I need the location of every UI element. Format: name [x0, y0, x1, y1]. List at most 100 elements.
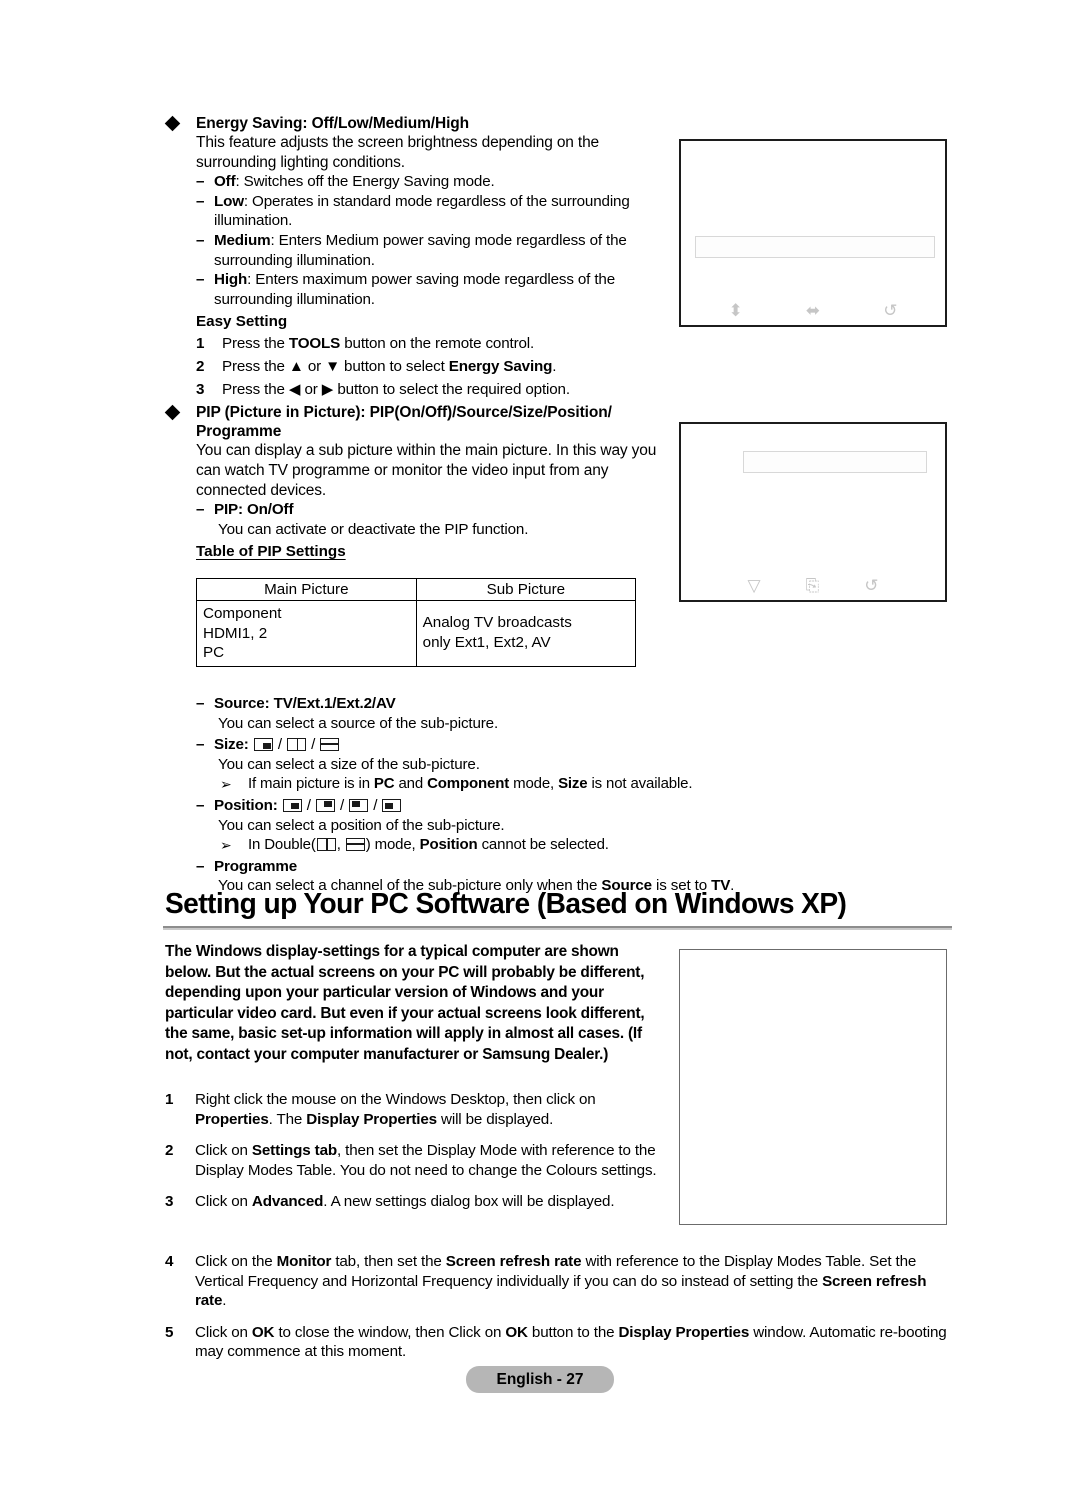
pc-step-5-t1: Click on	[195, 1323, 252, 1341]
easy-setting-steps: 1 Press the TOOLS button on the remote co…	[163, 332, 663, 401]
dash-marker: –	[196, 271, 205, 289]
return-arrow-icon: ↺	[883, 301, 898, 320]
pc-step-5: 5 Click on OK to close the window, then C…	[165, 1323, 955, 1362]
page-section-heading: Setting up Your PC Software (Based on Wi…	[165, 888, 847, 920]
size-note: ➢ If main picture is in PC and Component …	[196, 774, 776, 794]
pip-settings-details: – Source: TV/Ext.1/Ext.2/AV You can selec…	[196, 694, 776, 896]
position-note-pre: In Double(	[248, 836, 316, 854]
pc-step-3-t1: Click on	[195, 1193, 252, 1211]
cell-sub-picture: Analog TV broadcasts only Ext1, Ext2, AV	[415, 600, 637, 667]
energy-saving-title: Energy Saving: Off/Low/Medium/High	[196, 114, 663, 133]
pc-step-3-b1: Advanced	[251, 1193, 324, 1211]
table-header-row: Main Picture Sub Picture	[196, 578, 637, 601]
pc-step-1-b2: Display Properties	[306, 1110, 437, 1128]
option-low-term: Low	[214, 192, 244, 210]
size-note-pre: If main picture is in	[248, 775, 374, 793]
option-off-desc: : Switches off the Energy Saving mode.	[235, 173, 495, 191]
position-desc: You can select a position of the sub-pic…	[218, 816, 505, 834]
sub-picture-line2: only Ext1, Ext2, AV	[422, 634, 551, 652]
sub-picture-line1: Analog TV broadcasts	[422, 614, 572, 632]
dash-marker: –	[196, 192, 205, 210]
programme-heading-text: Programme	[214, 857, 298, 875]
source-desc: You can select a source of the sub-pictu…	[218, 714, 499, 732]
pc-step-1: 1 Right click the mouse on the Windows De…	[165, 1090, 665, 1129]
table-header-main-picture: Main Picture	[196, 578, 417, 601]
pip-intro: You can display a sub picture within the…	[196, 442, 657, 499]
source-heading: – Source: TV/Ext.1/Ext.2/AV	[196, 694, 776, 714]
position-bottom-left-icon	[382, 798, 402, 812]
size-heading-label: Size:	[214, 736, 249, 754]
easy-step-2-post: .	[552, 358, 557, 376]
pip-bullet: PIP (Picture in Picture): PIP(On/Off)/So…	[163, 403, 663, 441]
diamond-bullet-icon	[164, 115, 181, 132]
position-note-bold: Position	[419, 836, 478, 854]
pc-setup-steps-upper: 1 Right click the mouse on the Windows De…	[165, 1090, 665, 1224]
step-number: 1	[196, 335, 205, 353]
pip-table-heading: Table of PIP Settings	[196, 543, 346, 561]
position-heading-label: Position:	[214, 796, 278, 814]
osd-footer-icons: ▽ ⎘ ↺	[681, 577, 945, 594]
easy-step-1-pre: Press the	[222, 335, 289, 353]
size-note-end: is not available.	[587, 775, 693, 793]
double-vertical-icon	[316, 838, 336, 852]
pc-step-3: 3 Click on Advanced. A new settings dialo…	[165, 1192, 665, 1212]
easy-step-2-bold: Energy Saving	[448, 358, 553, 376]
pip-title-line1: PIP (Picture in Picture): PIP(On/Off)/So…	[196, 404, 612, 422]
manual-page: Energy Saving: Off/Low/Medium/High This …	[0, 0, 1080, 1486]
pip-settings-table: Main Picture Sub Picture Component HDMI1…	[196, 578, 637, 667]
cell-main-picture: Component HDMI1, 2 PC	[196, 600, 417, 667]
main-picture-line2: HDMI1, 2	[203, 624, 268, 642]
left-right-arrow-icon: ⬌	[805, 301, 821, 320]
note-arrow-icon: ➢	[220, 776, 232, 793]
pc-step-4-t1: Click on the	[195, 1253, 277, 1270]
dash-marker: –	[196, 857, 205, 875]
osd-highlight-bar	[743, 451, 927, 473]
main-picture-line3: PC	[203, 644, 225, 661]
diamond-bullet-icon	[164, 405, 181, 421]
pc-step-5-t2: to close the window, then Click on	[274, 1323, 506, 1341]
size-double-vertical-icon	[287, 738, 307, 752]
display-properties-dialog-illustration	[679, 949, 947, 1225]
option-medium-term: Medium	[214, 231, 271, 249]
size-double-horizontal-icon	[320, 738, 340, 752]
dash-marker: –	[196, 501, 205, 519]
pip-title: PIP (Picture in Picture): PIP(On/Off)/So…	[196, 403, 663, 441]
option-high: – High: Enters maximum power saving mode …	[196, 270, 663, 309]
easy-step-3-pre: Press the ◀ or ▶ button to select the re…	[222, 381, 570, 399]
double-horizontal-icon	[345, 838, 365, 852]
programme-heading: – Programme	[196, 857, 776, 877]
energy-saving-intro: This feature adjusts the screen brightne…	[196, 134, 600, 171]
down-arrow-icon: ▽	[747, 576, 761, 595]
size-desc: You can select a size of the sub-picture…	[218, 755, 480, 773]
size-note-mid2: mode,	[509, 775, 559, 793]
pip-osd-illustration: ▽ ⎘ ↺	[679, 422, 947, 602]
size-small-pip-icon	[253, 738, 273, 752]
energy-saving-title-rest: : Off/Low/Medium/High	[302, 115, 470, 132]
easy-step-3: 3 Press the ◀ or ▶ button to select the r…	[196, 378, 663, 401]
easy-step-1: 1 Press the TOOLS button on the remote co…	[196, 332, 663, 355]
step-number: 3	[196, 381, 205, 399]
source-heading-text: Source: TV/Ext.1/Ext.2/AV	[214, 695, 396, 712]
page-footer-badge: English - 27	[466, 1366, 614, 1393]
pc-step-5-b1: OK	[251, 1323, 275, 1341]
energy-saving-title-bold: Energy Saving	[196, 115, 303, 132]
step-number: 2	[196, 358, 205, 376]
easy-step-2-pre: Press the ▲ or ▼ button to select	[222, 358, 449, 376]
osd-footer-icons: ⬍ ⬌ ↺	[681, 302, 945, 319]
step-number: 1	[165, 1091, 174, 1108]
pc-setup-steps-lower: 4 Click on the Monitor tab, then set the …	[165, 1252, 955, 1374]
up-down-arrow-icon: ⬍	[728, 301, 743, 320]
pc-step-1-t1: Right click the mouse on the Windows Des…	[195, 1091, 596, 1108]
dash-marker: –	[196, 695, 205, 712]
pc-step-4-b2: Screen refresh rate	[445, 1253, 582, 1270]
pc-step-4: 4 Click on the Monitor tab, then set the …	[165, 1252, 955, 1311]
option-low: – Low: Operates in standard mode regardle…	[196, 192, 663, 231]
enter-icon: ⎘	[805, 576, 820, 595]
position-note-end: cannot be selected.	[477, 836, 609, 854]
energy-saving-options: – Off: Switches off the Energy Saving mod…	[163, 172, 663, 309]
size-note-b3: Size	[558, 775, 588, 793]
table-row: Component HDMI1, 2 PC Analog TV broadcas…	[196, 600, 637, 667]
option-medium: – Medium: Enters Medium power saving mode…	[196, 231, 663, 270]
position-note-post: ) mode,	[365, 836, 420, 854]
size-note-mid1: and	[394, 775, 428, 793]
